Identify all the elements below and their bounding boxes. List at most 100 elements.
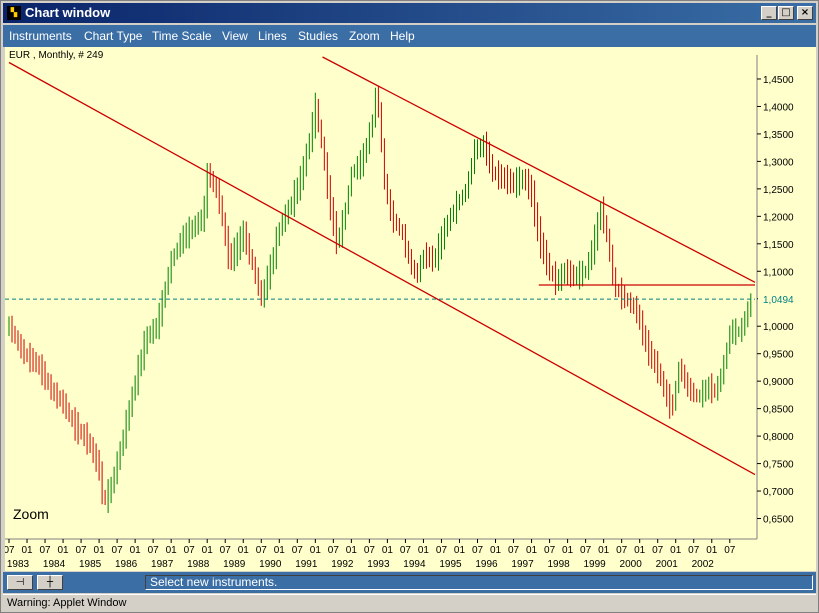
pin-icon[interactable]: ⊣	[7, 575, 33, 590]
x-month-label: 07	[616, 545, 628, 556]
chart-toolbar: ⊣ ┼ Select new instruments.	[3, 572, 816, 593]
y-tick-label: 1,4000	[763, 102, 794, 113]
chart-header: EUR , Monthly, # 249	[9, 50, 104, 61]
x-year-label: 1994	[403, 559, 426, 570]
crosshair-icon[interactable]: ┼	[37, 575, 63, 590]
x-year-label: 1991	[295, 559, 318, 570]
x-year-label: 1984	[43, 559, 66, 570]
x-month-label: 01	[57, 545, 69, 556]
x-month-label: 01	[274, 545, 286, 556]
title-bar[interactable]: ▚ Chart window _ □ ×	[3, 3, 816, 23]
x-year-label: 1993	[367, 559, 390, 570]
x-month-label: 07	[76, 545, 88, 556]
x-month-label: 07	[184, 545, 196, 556]
x-month-label: 01	[670, 545, 682, 556]
window-title: Chart window	[25, 5, 111, 20]
x-year-label: 1995	[439, 559, 462, 570]
menu-zoom[interactable]: Zoom	[349, 29, 380, 43]
x-month-label: 07	[364, 545, 376, 556]
x-year-label: 1999	[584, 559, 607, 570]
price-chart[interactable]: EUR , Monthly, # 249 1,4500 1,4000 1,3500 1,…	[3, 47, 816, 571]
x-year-label: 1998	[547, 559, 570, 570]
menu-time-scale[interactable]: Time Scale	[152, 29, 212, 43]
menu-chart-type[interactable]: Chart Type	[84, 29, 142, 43]
y-tick-label: 0,8500	[763, 405, 794, 416]
y-tick-label: 1,0000	[763, 322, 794, 333]
x-year-label: 1997	[511, 559, 534, 570]
x-month-label: 01	[706, 545, 718, 556]
x-month-label: 01	[634, 545, 646, 556]
x-month-label: 01	[94, 545, 106, 556]
x-month-label: 07	[508, 545, 520, 556]
x-month-label: 07	[400, 545, 412, 556]
menu-studies[interactable]: Studies	[298, 29, 338, 43]
x-month-label: 07	[724, 545, 736, 556]
x-month-label: 07	[544, 545, 556, 556]
y-tick-label: 1,3500	[763, 130, 794, 141]
y-tick-label: 0,7500	[763, 460, 794, 471]
x-month-label: 07	[328, 545, 340, 556]
x-year-label: 2002	[692, 559, 715, 570]
y-tick-label: 1,4500	[763, 75, 794, 86]
x-month-label: 07	[688, 545, 700, 556]
x-month-label: 07	[256, 545, 268, 556]
maximize-button[interactable]: □	[778, 6, 794, 20]
zoom-label: Zoom	[13, 506, 49, 522]
y-tick-label: 0,7000	[763, 487, 794, 498]
x-month-label: 07	[220, 545, 232, 556]
x-month-label: 07	[652, 545, 664, 556]
x-year-label: 2000	[620, 559, 643, 570]
x-month-label: 07	[436, 545, 448, 556]
x-year-label: 1985	[79, 559, 102, 570]
x-month-label: 01	[202, 545, 214, 556]
x-year-label: 1983	[7, 559, 30, 570]
y-tick-label: 0,9500	[763, 350, 794, 361]
menu-instruments[interactable]: Instruments	[9, 29, 72, 43]
x-month-label: 01	[166, 545, 178, 556]
trend-line	[8, 61, 756, 476]
chart-window: ▚ Chart window _ □ × Instruments Chart T…	[0, 0, 819, 613]
menu-lines[interactable]: Lines	[258, 29, 287, 43]
y-tick-label: 0,6500	[763, 515, 794, 526]
x-year-label: 1986	[115, 559, 138, 570]
x-month-label: 01	[418, 545, 430, 556]
y-tick-label: 1,1000	[763, 267, 794, 278]
toolbar-status-text: Select new instruments.	[145, 575, 813, 590]
x-year-label: 1992	[331, 559, 354, 570]
x-month-label: 07	[39, 545, 51, 556]
x-month-label: 07	[112, 545, 124, 556]
x-month-label: 07	[5, 545, 15, 556]
menu-bar: Instruments Chart Type Time Scale View L…	[3, 25, 816, 47]
x-month-label: 01	[454, 545, 466, 556]
close-button[interactable]: ×	[797, 6, 813, 20]
x-month-label: 07	[292, 545, 304, 556]
x-month-label: 01	[382, 545, 394, 556]
x-year-label: 2001	[656, 559, 679, 570]
x-month-label: 07	[148, 545, 160, 556]
x-month-label: 01	[238, 545, 250, 556]
x-year-label: 1996	[475, 559, 498, 570]
y-tick-label: 0,9000	[763, 377, 794, 388]
x-month-label: 07	[580, 545, 592, 556]
applet-warning: Warning: Applet Window	[7, 597, 127, 609]
x-year-label: 1987	[151, 559, 174, 570]
menu-help[interactable]: Help	[390, 29, 415, 43]
y-tick-label: 1,1500	[763, 240, 794, 251]
x-month-label: 07	[472, 545, 484, 556]
x-month-label: 01	[562, 545, 574, 556]
x-year-label: 1990	[259, 559, 282, 570]
trend-line	[322, 56, 756, 283]
x-month-label: 01	[526, 545, 538, 556]
minimize-button[interactable]: _	[761, 6, 777, 20]
y-tick-label: 1,2500	[763, 185, 794, 196]
x-month-label: 01	[490, 545, 502, 556]
y-tick-label: 1,3000	[763, 157, 794, 168]
y-tick-label: 1,2000	[763, 212, 794, 223]
x-month-label: 01	[310, 545, 322, 556]
x-year-label: 1988	[187, 559, 210, 570]
menu-view[interactable]: View	[222, 29, 248, 43]
x-month-label: 01	[130, 545, 142, 556]
chart-area[interactable]: EUR , Monthly, # 249 1,4500 1,4000 1,3500 1,…	[3, 47, 816, 571]
current-price-label: 1,0494	[763, 295, 794, 306]
x-year-label: 1989	[223, 559, 246, 570]
